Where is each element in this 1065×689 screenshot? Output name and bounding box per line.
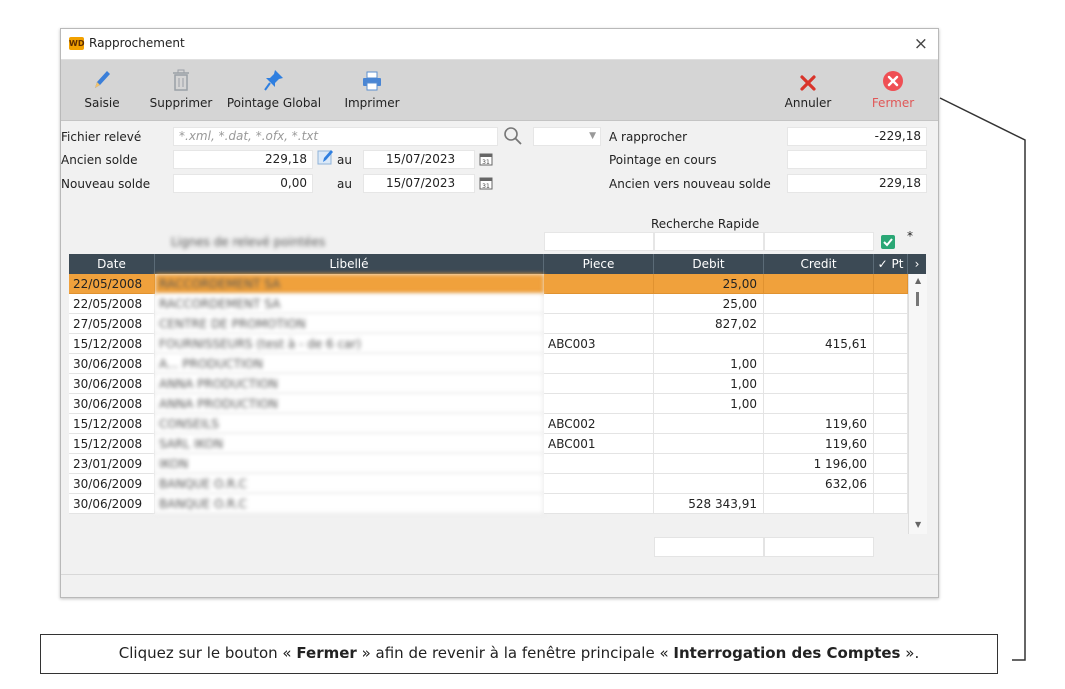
- callout-bold-interrogation: Interrogation des Comptes: [673, 644, 901, 662]
- callout-text-2: » afin de revenir à la fenêtre principal…: [356, 644, 674, 662]
- callout-text-3: ».: [900, 644, 920, 662]
- instruction-callout: Cliquez sur le bouton « Fermer » afin de…: [40, 634, 998, 674]
- callout-text-1: Cliquez sur le bouton «: [118, 644, 297, 662]
- callout-bold-fermer: Fermer: [296, 644, 357, 662]
- connector-line: [939, 97, 1026, 661]
